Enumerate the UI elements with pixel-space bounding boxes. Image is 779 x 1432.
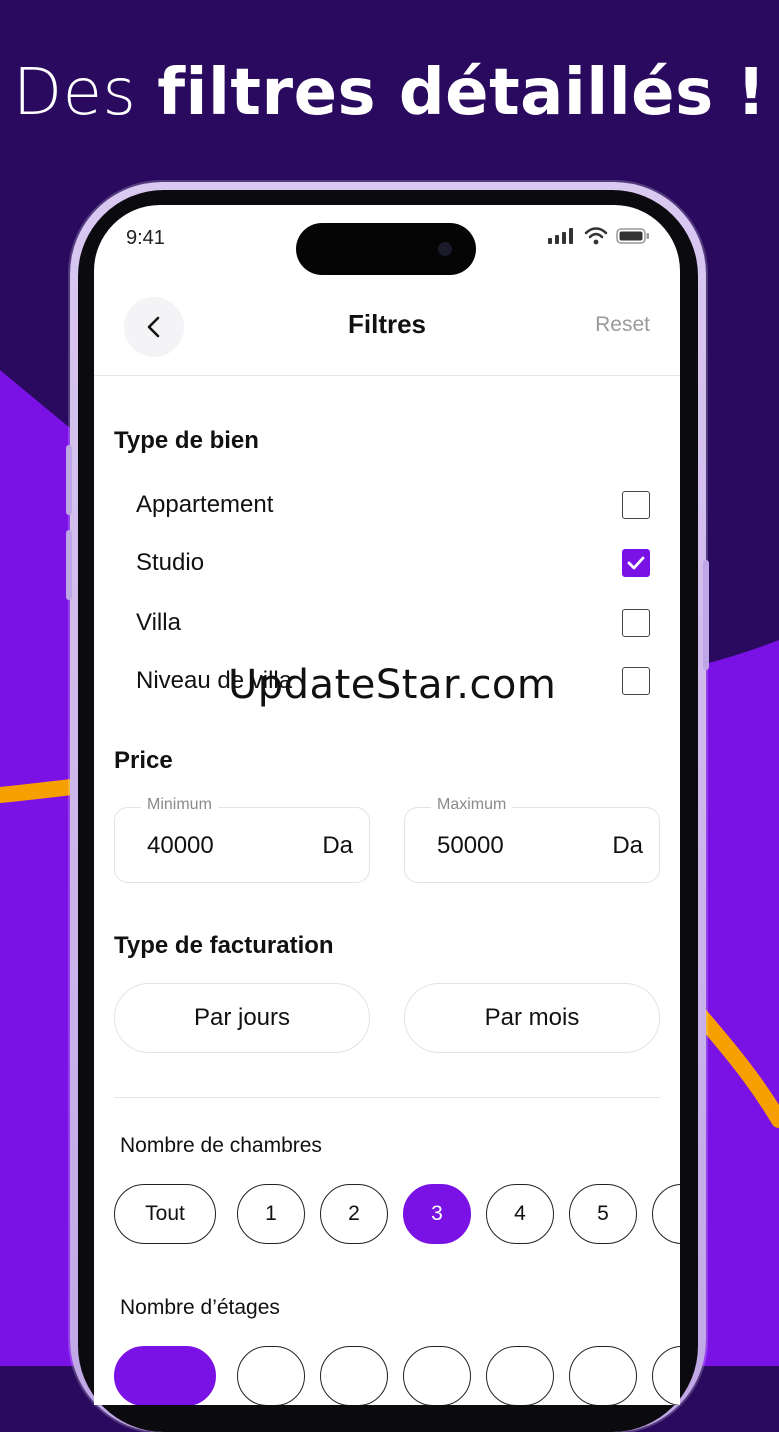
rooms-chip-4[interactable]: 4 [486, 1184, 554, 1244]
checkbox-studio[interactable] [622, 549, 650, 577]
price-min-caption: Minimum [141, 796, 218, 814]
billing-option-par-mois[interactable]: Par mois [404, 983, 660, 1053]
floors-chip[interactable] [486, 1346, 554, 1405]
floors-chip[interactable] [403, 1346, 471, 1405]
signal-icon [548, 228, 573, 244]
price-max-value: 50000 [437, 832, 504, 859]
check-label: Villa [136, 609, 181, 636]
check-row-studio[interactable]: Studio [136, 545, 650, 585]
floors-chip[interactable] [237, 1346, 305, 1405]
phone-screen: 9:41 Filtres Reset Type de bien Appartem… [94, 205, 680, 1405]
section-title-price: Price [114, 747, 173, 774]
price-max-field[interactable]: Maximum 50000 Da [404, 796, 660, 883]
rooms-chip-tout[interactable]: Tout [114, 1184, 216, 1244]
check-icon [627, 556, 645, 570]
checkbox-villa[interactable] [622, 609, 650, 637]
rooms-chip-2[interactable]: 2 [320, 1184, 388, 1244]
section-title-property-type: Type de bien [114, 427, 259, 454]
floors-chip[interactable] [320, 1346, 388, 1405]
checkbox-appartement[interactable] [622, 491, 650, 519]
status-time: 9:41 [126, 227, 165, 249]
check-row-villa[interactable]: Villa [136, 605, 650, 645]
check-row-appartement[interactable]: Appartement [136, 487, 650, 527]
rooms-chip-more[interactable] [652, 1184, 680, 1244]
nav-bar: Filtres Reset [94, 293, 680, 376]
price-min-unit: Da [322, 832, 353, 859]
volume-down-button [66, 530, 72, 600]
status-icons [548, 227, 650, 245]
floors-chip-selected[interactable] [114, 1346, 216, 1405]
watermark: UpdateStar.com [228, 662, 557, 708]
volume-up-button [66, 445, 72, 515]
price-max-caption: Maximum [431, 796, 513, 814]
page-title: Filtres [347, 309, 427, 339]
rooms-chip-3[interactable]: 3 [403, 1184, 471, 1244]
wifi-icon [584, 227, 608, 245]
power-button [703, 560, 709, 670]
rooms-chip-5[interactable]: 5 [569, 1184, 637, 1244]
checkbox-niveau-de-villa[interactable] [622, 667, 650, 695]
reset-button[interactable]: Reset [595, 313, 650, 337]
billing-option-par-jours[interactable]: Par jours [114, 983, 370, 1053]
floors-title: Nombre d’étages [120, 1296, 280, 1319]
battery-icon [616, 228, 649, 244]
divider [114, 1097, 660, 1098]
price-min-value: 40000 [147, 832, 214, 859]
check-label: Appartement [136, 491, 274, 518]
camera-icon [438, 242, 452, 256]
rooms-title: Nombre de chambres [120, 1134, 322, 1157]
headline-bold: filtres détaillés ! [157, 56, 767, 130]
rooms-chip-1[interactable]: 1 [237, 1184, 305, 1244]
price-max-unit: Da [612, 832, 643, 859]
dynamic-island [296, 223, 476, 275]
headline-light: Des [12, 56, 137, 130]
headline: Des filtres détaillés ! [0, 56, 779, 130]
section-title-billing: Type de facturation [114, 932, 334, 959]
price-min-field[interactable]: Minimum 40000 Da [114, 796, 370, 883]
floors-chip[interactable] [569, 1346, 637, 1405]
floors-chip[interactable] [652, 1346, 680, 1405]
check-label: Studio [136, 549, 205, 576]
